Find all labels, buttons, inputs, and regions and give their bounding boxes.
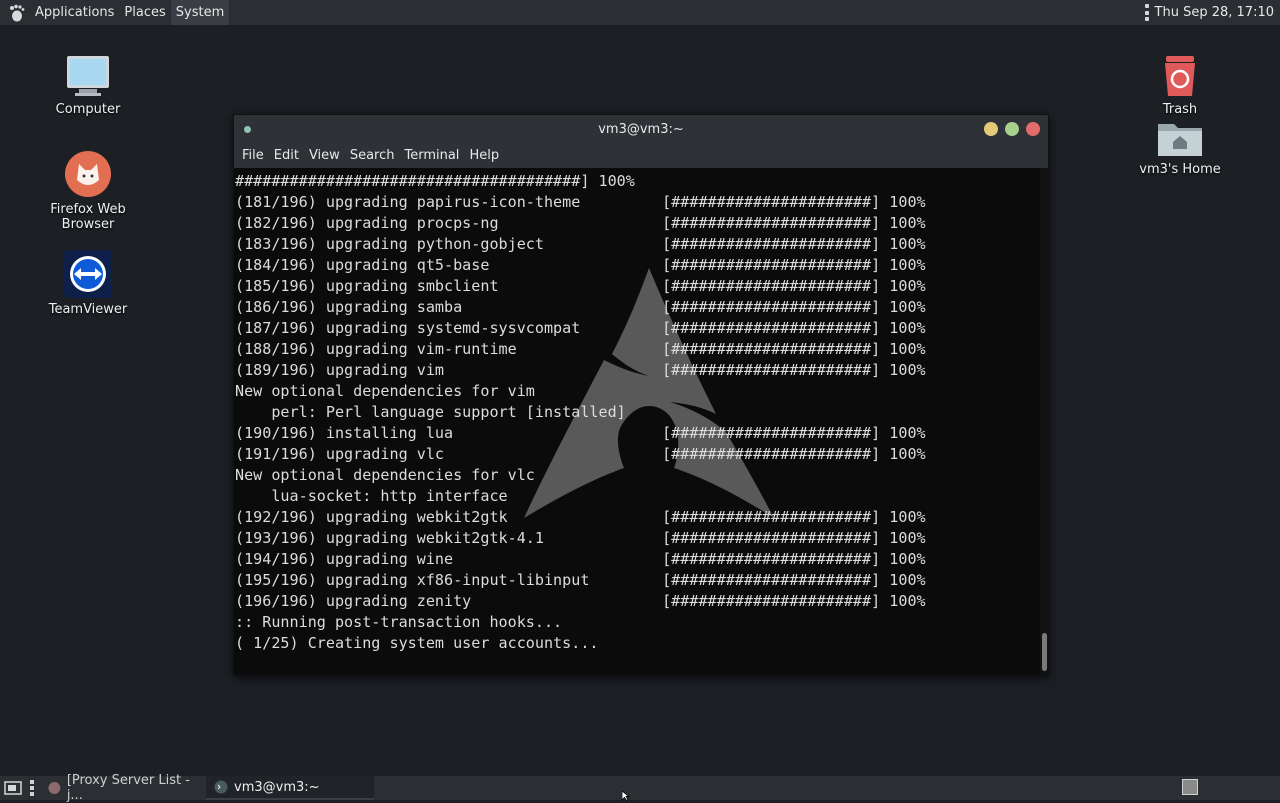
close-button[interactable] — [1026, 122, 1040, 136]
desktop-icon-firefox[interactable]: Firefox Web Browser — [23, 148, 153, 232]
menu-applications[interactable]: Applications — [30, 0, 119, 25]
terminal-scrollbar[interactable] — [1040, 168, 1048, 675]
taskbar-item-terminal[interactable]: vm3@vm3:~ — [206, 776, 374, 800]
terminal-line: (184/196) upgrading qt5-base [##########… — [235, 256, 926, 274]
terminal-line: (182/196) upgrading procps-ng [#########… — [235, 214, 926, 232]
terminal-line: (187/196) upgrading systemd-sysvcompat [… — [235, 319, 926, 337]
desktop-label-firefox: Firefox Web Browser — [50, 202, 126, 232]
menu-search[interactable]: Search — [345, 148, 400, 163]
menu-help[interactable]: Help — [464, 148, 504, 163]
terminal-line: (194/196) upgrading wine [##############… — [235, 550, 926, 568]
desktop-label-computer: Computer — [55, 102, 121, 117]
workspace-switcher-icon[interactable] — [1182, 779, 1198, 795]
menu-system[interactable]: System — [170, 0, 230, 25]
terminal-task-icon — [214, 780, 228, 794]
computer-icon — [23, 48, 153, 98]
terminal-line: (189/196) upgrading vim [###############… — [235, 361, 926, 379]
top-panel: Applications Places System Thu Sep 28, 1… — [0, 0, 1280, 25]
terminal-line: (193/196) upgrading webkit2gtk-4.1 [####… — [235, 529, 926, 547]
desktop-icon-computer[interactable]: Computer — [23, 48, 153, 117]
terminal-line: (192/196) upgrading webkit2gtk [########… — [235, 508, 926, 526]
window-menu-dot-icon[interactable] — [244, 126, 251, 133]
menu-terminal[interactable]: Terminal — [399, 148, 464, 163]
terminal-line: ( 1/25) Creating system user accounts... — [235, 634, 599, 652]
desktop-icon-teamviewer[interactable]: TeamViewer — [23, 248, 153, 317]
terminal-line: (196/196) upgrading zenity [############… — [235, 592, 926, 610]
terminal-line: New optional dependencies for vlc — [235, 466, 535, 484]
clock[interactable]: Thu Sep 28, 17:10 — [1155, 5, 1274, 20]
home-folder-icon — [1115, 108, 1245, 158]
teamviewer-icon — [23, 248, 153, 298]
terminal-line: lua-socket: http interface — [235, 487, 508, 505]
taskbar-item-browser[interactable]: [Proxy Server List - j... — [40, 773, 206, 803]
taskbar-label-terminal: vm3@vm3:~ — [234, 779, 320, 795]
panel-handle-icon — [30, 780, 36, 796]
gnome-foot-icon[interactable] — [4, 0, 30, 25]
terminal-line: New optional dependencies for vim — [235, 382, 535, 400]
menu-places[interactable]: Places — [119, 0, 170, 25]
taskbar-label-browser: [Proxy Server List - j... — [66, 773, 190, 803]
terminal-line: :: Running post-transaction hooks... — [235, 613, 563, 631]
bottom-panel: [Proxy Server List - j... vm3@vm3:~ — [0, 773, 1280, 803]
menu-view[interactable]: View — [304, 148, 345, 163]
terminal-window[interactable]: vm3@vm3:~ File Edit View Search Terminal… — [233, 114, 1049, 676]
show-desktop-icon[interactable] — [0, 776, 26, 800]
browser-task-icon — [48, 782, 61, 794]
scrollbar-thumb[interactable] — [1042, 633, 1047, 671]
terminal-text: ######################################] … — [235, 171, 926, 654]
terminal-menubar: File Edit View Search Terminal Help — [234, 143, 1048, 168]
window-titlebar[interactable]: vm3@vm3:~ — [234, 115, 1048, 143]
top-right-tray: Thu Sep 28, 17:10 — [1144, 0, 1274, 25]
desktop-icon-home[interactable]: vm3's Home — [1115, 108, 1245, 177]
terminal-line: (183/196) upgrading python-gobject [####… — [235, 235, 926, 253]
menu-file[interactable]: File — [237, 148, 269, 163]
terminal-output[interactable]: ######################################] … — [234, 168, 1040, 675]
terminal-line: (188/196) upgrading vim-runtime [#######… — [235, 340, 926, 358]
terminal-line: (190/196) installing lua [##############… — [235, 424, 926, 442]
terminal-line: (181/196) upgrading papirus-icon-theme [… — [235, 193, 926, 211]
top-menu: Applications Places System — [30, 0, 230, 25]
desktop-label-teamviewer: TeamViewer — [48, 302, 128, 317]
terminal-line: perl: Perl language support [installed] — [235, 403, 626, 421]
desktop-label-home: vm3's Home — [1139, 162, 1221, 177]
maximize-button[interactable] — [1005, 122, 1019, 136]
minimize-button[interactable] — [984, 122, 998, 136]
trash-icon — [1115, 48, 1245, 98]
menu-edit[interactable]: Edit — [269, 148, 304, 163]
window-title: vm3@vm3:~ — [598, 121, 684, 137]
terminal-line: (195/196) upgrading xf86-input-libinput … — [235, 571, 926, 589]
panel-handle-icon — [1144, 4, 1149, 21]
terminal-line: (186/196) upgrading samba [#############… — [235, 298, 926, 316]
desktop-icon-trash[interactable]: Trash — [1115, 48, 1245, 117]
terminal-line: (185/196) upgrading smbclient [#########… — [235, 277, 926, 295]
terminal-line: (191/196) upgrading vlc [###############… — [235, 445, 926, 463]
terminal-line: ######################################] … — [235, 172, 635, 190]
firefox-icon — [23, 148, 153, 198]
